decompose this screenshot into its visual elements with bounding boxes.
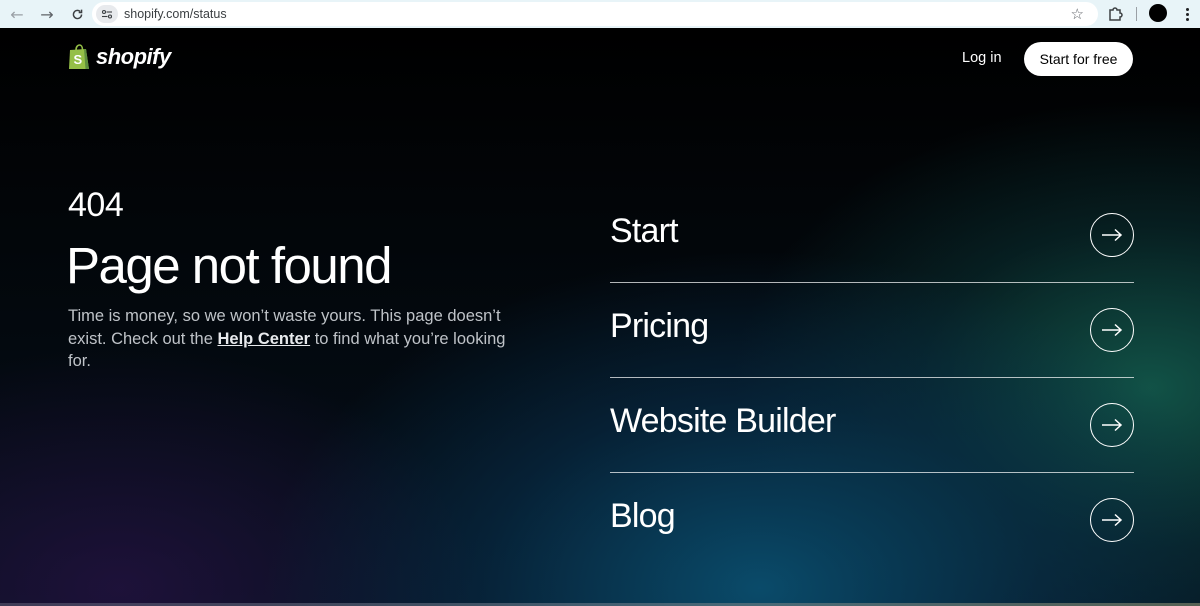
help-center-link[interactable]: Help Center: [218, 330, 311, 348]
profile-avatar[interactable]: [1149, 4, 1167, 22]
tune-glyph: [101, 9, 113, 19]
arrow-right-icon[interactable]: [1090, 498, 1134, 542]
site-settings-icon[interactable]: [96, 5, 118, 23]
forward-arrow-icon[interactable]: →: [32, 0, 62, 28]
reload-glyph: [72, 9, 82, 19]
page-title: Page not found: [66, 237, 392, 294]
svg-text:S: S: [73, 52, 82, 67]
shopping-bag-icon: S: [69, 44, 89, 69]
arrow-glyph: [1102, 323, 1123, 337]
nav-link-pricing[interactable]: Pricing: [610, 283, 1134, 378]
menu-dot: [1185, 12, 1189, 16]
nav-link-label: Website Builder: [610, 402, 836, 440]
arrow-glyph: [1102, 418, 1123, 432]
nav-link-label: Blog: [610, 497, 676, 535]
extensions-icon[interactable]: [1106, 4, 1126, 24]
nav-link-label: Pricing: [610, 307, 709, 345]
nav-link-start[interactable]: Start: [610, 188, 1134, 283]
back-arrow-icon[interactable]: ←: [2, 0, 32, 28]
error-code: 404: [68, 186, 124, 224]
arrow-glyph: [1102, 228, 1123, 242]
arrow-right-icon[interactable]: [1090, 213, 1134, 257]
arrow-glyph: [1102, 513, 1123, 527]
nav-link-label: Start: [610, 212, 679, 250]
nav-link-blog[interactable]: Blog: [610, 473, 1134, 568]
menu-dot: [1185, 17, 1189, 21]
shopify-logo[interactable]: S shopify: [68, 44, 171, 70]
page-content: S shopify Log in Start for free 404 Page…: [0, 28, 1200, 606]
start-for-free-button[interactable]: Start for free: [1024, 42, 1133, 76]
login-link[interactable]: Log in: [962, 50, 1002, 66]
reload-icon[interactable]: [62, 0, 92, 28]
browser-menu-icon[interactable]: [1182, 4, 1192, 24]
error-description: Time is money, so we won’t waste yours. …: [68, 305, 518, 373]
menu-dot: [1185, 7, 1189, 11]
bookmark-star-icon[interactable]: ☆: [1071, 5, 1084, 23]
url-text[interactable]: shopify.com/status: [124, 7, 227, 21]
logo-wordmark: shopify: [96, 44, 171, 69]
address-bar[interactable]: shopify.com/status ☆: [92, 2, 1098, 26]
arrow-right-icon[interactable]: [1090, 403, 1134, 447]
suggested-links-list: Start Pricing Website Builder Blog: [610, 188, 1134, 568]
toolbar-divider: [1136, 7, 1137, 21]
arrow-right-icon[interactable]: [1090, 308, 1134, 352]
browser-toolbar: ← → shopify.com/status ☆: [0, 0, 1200, 28]
nav-link-website-builder[interactable]: Website Builder: [610, 378, 1134, 473]
